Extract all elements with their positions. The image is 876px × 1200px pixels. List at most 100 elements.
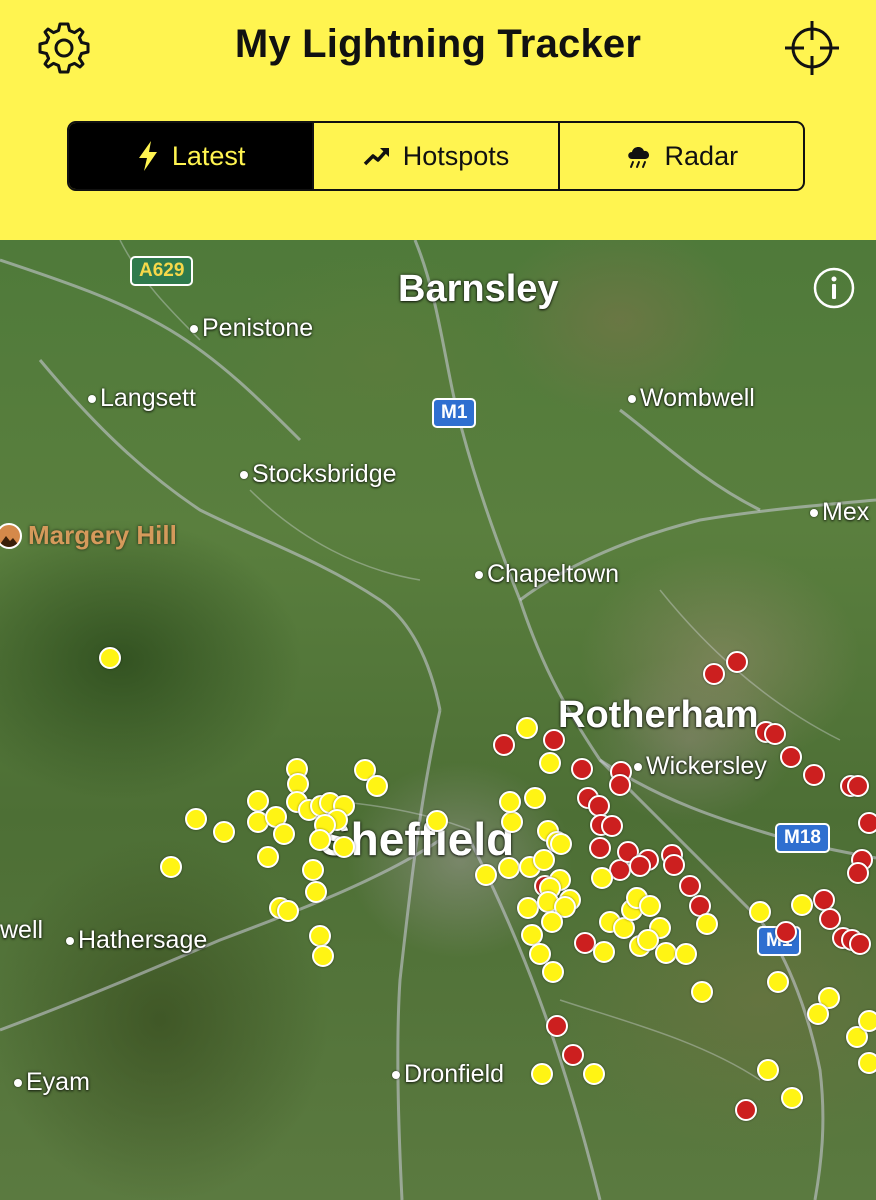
lightning-strike-marker-recent[interactable] [858,1010,876,1032]
lightning-strike-marker-recent[interactable] [273,823,295,845]
lightning-strike-marker-recent[interactable] [257,846,279,868]
app-title: My Lightning Tracker [234,22,642,66]
road-shield-a629: A629 [130,256,194,286]
mountain-icon [0,522,22,549]
lightning-strike-marker-older[interactable] [775,921,797,943]
lightning-strike-marker-older[interactable] [819,908,841,930]
lightning-strike-marker-recent[interactable] [591,867,613,889]
lightning-strike-marker-older[interactable] [703,663,725,685]
lightning-strike-marker-recent[interactable] [858,1052,876,1074]
lightning-strike-marker-recent[interactable] [524,787,546,809]
lightning-strike-marker-older[interactable] [663,854,685,876]
place-penistone: Penistone [190,314,313,343]
lightning-strike-marker-recent[interactable] [498,857,520,879]
place-barnsley: Barnsley [398,268,559,310]
lightning-strike-marker-older[interactable] [726,651,748,673]
lightning-strike-marker-recent[interactable] [655,942,677,964]
lightning-strike-marker-recent[interactable] [99,647,121,669]
lightning-strike-marker-older[interactable] [589,837,611,859]
lightning-strike-marker-older[interactable] [609,774,631,796]
lightning-strike-marker-recent[interactable] [309,925,331,947]
lightning-strike-marker-recent[interactable] [749,901,771,923]
lightning-strike-marker-older[interactable] [629,855,651,877]
lightning-strike-marker-recent[interactable] [517,897,539,919]
lightning-strike-marker-recent[interactable] [309,829,331,851]
lightning-strike-marker-recent[interactable] [160,856,182,878]
lightning-strike-marker-older[interactable] [858,812,876,834]
crosshair-icon [785,21,839,75]
lightning-strike-marker-recent[interactable] [185,808,207,830]
lightning-strike-marker-older[interactable] [764,723,786,745]
lightning-strike-marker-recent[interactable] [333,836,355,858]
tab-hotspots[interactable]: Hotspots [312,123,557,189]
place-rotherham: Rotherham [558,694,759,736]
lightning-strike-marker-older[interactable] [493,734,515,756]
lightning-strike-marker-recent[interactable] [807,1003,829,1025]
lightning-strike-marker-recent[interactable] [593,941,615,963]
lightning-strike-marker-older[interactable] [849,933,871,955]
lightning-strike-marker-recent[interactable] [767,971,789,993]
place-wombwell: Wombwell [628,384,755,413]
lightning-strike-marker-recent[interactable] [791,894,813,916]
app-header: My Lightning Tracker Latest Hotspots Rad… [0,0,876,240]
view-segmented-control: Latest Hotspots Radar [67,121,805,191]
lightning-strike-marker-recent[interactable] [302,859,324,881]
map-info-button[interactable] [812,266,856,310]
lightning-strike-marker-recent[interactable] [305,881,327,903]
trend-up-icon [363,148,389,166]
lightning-strike-marker-recent[interactable] [542,961,564,983]
lightning-strike-marker-recent[interactable] [501,811,523,833]
lightning-strike-marker-recent[interactable] [516,717,538,739]
lightning-strike-marker-recent[interactable] [539,752,561,774]
lightning-strike-marker-recent[interactable] [499,791,521,813]
lightning-map[interactable]: A629 M1 M18 M1 Barnsley Penistone Langse… [0,240,876,1200]
lightning-strike-marker-recent[interactable] [541,911,563,933]
lightning-strike-marker-recent[interactable] [247,790,269,812]
lightning-strike-marker-older[interactable] [847,775,869,797]
tab-hotspots-label: Hotspots [402,140,510,171]
lightning-strike-marker-recent[interactable] [583,1063,605,1085]
rain-cloud-icon [627,146,649,168]
lightning-strike-marker-recent[interactable] [675,943,697,965]
lightning-strike-marker-recent[interactable] [426,810,448,832]
lightning-strike-marker-recent[interactable] [533,849,555,871]
lightning-strike-marker-older[interactable] [601,815,623,837]
lightning-strike-marker-recent[interactable] [213,821,235,843]
lightning-strike-marker-older[interactable] [543,729,565,751]
lightning-strike-marker-older[interactable] [803,764,825,786]
place-mex: Mex [810,498,869,527]
place-dronfield: Dronfield [392,1060,504,1089]
lightning-strike-marker-older[interactable] [679,875,701,897]
lightning-strike-marker-recent[interactable] [781,1087,803,1109]
tab-latest[interactable]: Latest [69,123,313,189]
margery-hill-label: Margery Hill [28,520,177,550]
lightning-bolt-icon [138,141,157,171]
tab-radar-label: Radar [664,140,739,171]
lightning-strike-marker-older[interactable] [562,1044,584,1066]
locate-button[interactable] [782,18,842,78]
lightning-strike-marker-recent[interactable] [757,1059,779,1081]
place-langsett: Langsett [88,384,196,413]
lightning-strike-marker-recent[interactable] [312,945,334,967]
tab-radar[interactable]: Radar [557,123,803,189]
lightning-strike-marker-older[interactable] [735,1099,757,1121]
lightning-strike-marker-recent[interactable] [366,775,388,797]
lightning-strike-marker-older[interactable] [571,758,593,780]
lightning-strike-marker-recent[interactable] [696,913,718,935]
place-eyam: Eyam [14,1068,90,1097]
lightning-strike-marker-recent[interactable] [531,1063,553,1085]
lightning-strike-marker-recent[interactable] [639,895,661,917]
lightning-strike-marker-older[interactable] [847,862,869,884]
info-icon [813,267,855,309]
place-hathersage: Hathersage [66,926,207,955]
lightning-strike-marker-recent[interactable] [691,981,713,1003]
place-margery-hill: Margery Hill [0,520,177,551]
road-shield-m18: M18 [775,823,830,853]
lightning-strike-marker-older[interactable] [546,1015,568,1037]
lightning-strike-marker-recent[interactable] [550,833,572,855]
lightning-strike-marker-recent[interactable] [475,864,497,886]
place-chapeltown: Chapeltown [475,560,619,589]
place-wickersley: Wickersley [634,752,767,781]
lightning-strike-marker-recent[interactable] [277,900,299,922]
lightning-strike-marker-older[interactable] [780,746,802,768]
